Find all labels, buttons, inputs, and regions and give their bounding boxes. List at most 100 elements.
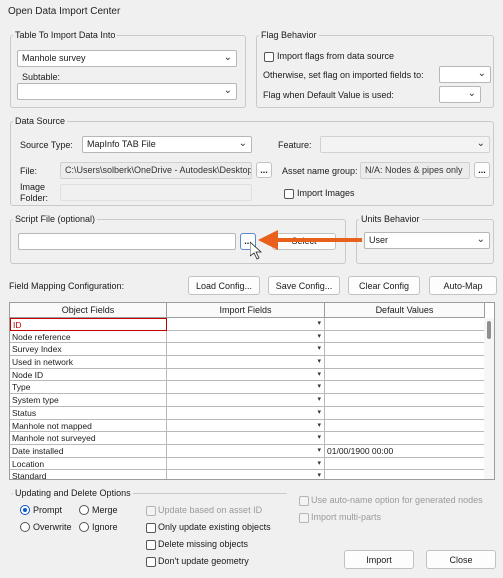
- import-button[interactable]: Import: [344, 550, 414, 569]
- dont-update-geometry-label: Don't update geometry: [158, 556, 249, 566]
- import-field-cell[interactable]: ▾: [167, 406, 325, 420]
- default-flag-select[interactable]: ⌄: [439, 86, 481, 103]
- default-value-cell[interactable]: [325, 406, 485, 420]
- object-field-cell: Used in network: [10, 356, 167, 369]
- dropdown-arrow-icon[interactable]: ▾: [317, 407, 321, 419]
- data-source-legend: Data Source: [15, 116, 66, 126]
- table-row[interactable]: System type ▾: [10, 394, 485, 407]
- update-asset-checkbox[interactable]: [146, 506, 156, 516]
- field-mapping-label: Field Mapping Configuration:: [9, 281, 125, 291]
- source-type-label: Source Type:: [20, 140, 73, 150]
- table-select-value: Manhole survey: [22, 53, 86, 63]
- multi-parts-label: Import multi-parts: [311, 512, 382, 522]
- table-row[interactable]: Manhole not surveyed ▾: [10, 432, 485, 445]
- prompt-radio[interactable]: [20, 505, 30, 515]
- import-field-cell[interactable]: ▾: [167, 470, 325, 479]
- dropdown-arrow-icon[interactable]: ▾: [317, 331, 321, 343]
- dropdown-arrow-icon[interactable]: ▾: [317, 432, 321, 444]
- auto-name-checkbox[interactable]: [299, 496, 309, 506]
- units-select[interactable]: User ⌄: [364, 232, 490, 249]
- dropdown-arrow-icon[interactable]: ▾: [317, 420, 321, 432]
- file-path-field[interactable]: C:\Users\solberk\OneDrive - Autodesk\Des…: [60, 162, 252, 179]
- import-field-cell[interactable]: ▾: [167, 368, 325, 382]
- table-row[interactable]: Node reference ▾: [10, 330, 485, 344]
- close-button[interactable]: Close: [426, 550, 496, 569]
- table-select[interactable]: Manhole survey ⌄: [17, 50, 237, 67]
- source-type-select[interactable]: MapInfo TAB File ⌄: [82, 136, 252, 153]
- import-field-cell[interactable]: ▾: [167, 330, 325, 344]
- default-value-cell[interactable]: [325, 343, 485, 357]
- delete-missing-label: Delete missing objects: [158, 539, 249, 549]
- table-row[interactable]: Used in network ▾: [10, 356, 485, 369]
- dropdown-arrow-icon[interactable]: ▾: [317, 445, 321, 457]
- import-field-cell[interactable]: ▾: [167, 432, 325, 445]
- default-value-cell[interactable]: [325, 394, 485, 407]
- dropdown-arrow-icon[interactable]: ▾: [317, 394, 321, 406]
- units-select-value: User: [369, 235, 389, 245]
- import-field-cell[interactable]: ▾: [167, 318, 325, 331]
- default-value-cell[interactable]: [325, 381, 485, 395]
- import-flags-checkbox[interactable]: [264, 52, 274, 62]
- object-field-cell: Manhole not surveyed: [10, 432, 167, 445]
- table-row[interactable]: ID ▾: [10, 318, 485, 331]
- asset-group-field[interactable]: N/A: Nodes & pipes only: [360, 162, 470, 179]
- table-row[interactable]: Manhole not mapped ▾: [10, 419, 485, 433]
- multi-parts-checkbox[interactable]: [299, 513, 309, 523]
- file-browse-button[interactable]: ...: [256, 162, 272, 178]
- default-value-cell[interactable]: [325, 470, 485, 479]
- dropdown-arrow-icon[interactable]: ▾: [317, 381, 321, 393]
- dropdown-arrow-icon[interactable]: ▾: [317, 356, 321, 368]
- table-row[interactable]: Date installed ▾ 01/00/1900 00:00: [10, 444, 485, 458]
- only-update-checkbox[interactable]: [146, 523, 156, 533]
- dropdown-arrow-icon[interactable]: ▾: [317, 470, 321, 479]
- feature-select[interactable]: ⌄: [320, 136, 490, 153]
- dropdown-arrow-icon[interactable]: ▾: [317, 318, 321, 330]
- save-config-button[interactable]: Save Config...: [268, 276, 340, 295]
- merge-radio[interactable]: [79, 505, 89, 515]
- default-value-cell[interactable]: [325, 419, 485, 433]
- prompt-label: Prompt: [33, 505, 63, 515]
- table-row[interactable]: Survey Index ▾: [10, 343, 485, 357]
- table-row[interactable]: Location ▾: [10, 457, 485, 471]
- import-field-cell[interactable]: ▾: [167, 343, 325, 357]
- table-row[interactable]: Node ID ▾: [10, 368, 485, 382]
- load-config-button[interactable]: Load Config...: [188, 276, 260, 295]
- import-field-cell[interactable]: ▾: [167, 394, 325, 407]
- image-folder-field[interactable]: [60, 184, 252, 201]
- default-value-cell[interactable]: 01/00/1900 00:00: [325, 444, 485, 458]
- import-images-checkbox[interactable]: [284, 189, 294, 199]
- object-field-cell: Survey Index: [10, 343, 167, 357]
- import-field-cell[interactable]: ▾: [167, 356, 325, 369]
- dropdown-arrow-icon[interactable]: ▾: [317, 458, 321, 470]
- table-row[interactable]: Standard ▾: [10, 470, 485, 479]
- grid-scrollbar[interactable]: [484, 318, 494, 479]
- dont-update-geometry-checkbox[interactable]: [146, 557, 156, 567]
- default-value-cell[interactable]: [325, 318, 485, 331]
- otherwise-flag-select[interactable]: ⌄: [439, 66, 491, 83]
- script-file-field[interactable]: [18, 233, 236, 250]
- auto-map-button[interactable]: Auto-Map: [429, 276, 497, 295]
- default-value-cell[interactable]: [325, 368, 485, 382]
- dropdown-arrow-icon[interactable]: ▾: [317, 369, 321, 381]
- default-value-cell[interactable]: [325, 432, 485, 445]
- import-field-cell[interactable]: ▾: [167, 381, 325, 395]
- only-update-label: Only update existing objects: [158, 522, 271, 532]
- script-file-legend: Script File (optional): [15, 214, 96, 224]
- import-field-cell[interactable]: ▾: [167, 444, 325, 458]
- default-value-cell[interactable]: [325, 457, 485, 471]
- table-row[interactable]: Status ▾: [10, 406, 485, 420]
- asset-group-browse-button[interactable]: ...: [474, 162, 490, 178]
- delete-missing-checkbox[interactable]: [146, 540, 156, 550]
- table-row[interactable]: Type ▾: [10, 381, 485, 395]
- clear-config-button[interactable]: Clear Config: [348, 276, 420, 295]
- import-field-cell[interactable]: ▾: [167, 457, 325, 471]
- default-value-cell[interactable]: [325, 356, 485, 369]
- ignore-radio[interactable]: [79, 522, 89, 532]
- subtable-select[interactable]: ⌄: [17, 83, 237, 100]
- object-field-cell: Date installed: [10, 444, 167, 458]
- overwrite-radio[interactable]: [20, 522, 30, 532]
- grid-scrollbar-thumb[interactable]: [487, 321, 491, 339]
- import-field-cell[interactable]: ▾: [167, 419, 325, 433]
- dropdown-arrow-icon[interactable]: ▾: [317, 343, 321, 355]
- default-value-cell[interactable]: [325, 330, 485, 344]
